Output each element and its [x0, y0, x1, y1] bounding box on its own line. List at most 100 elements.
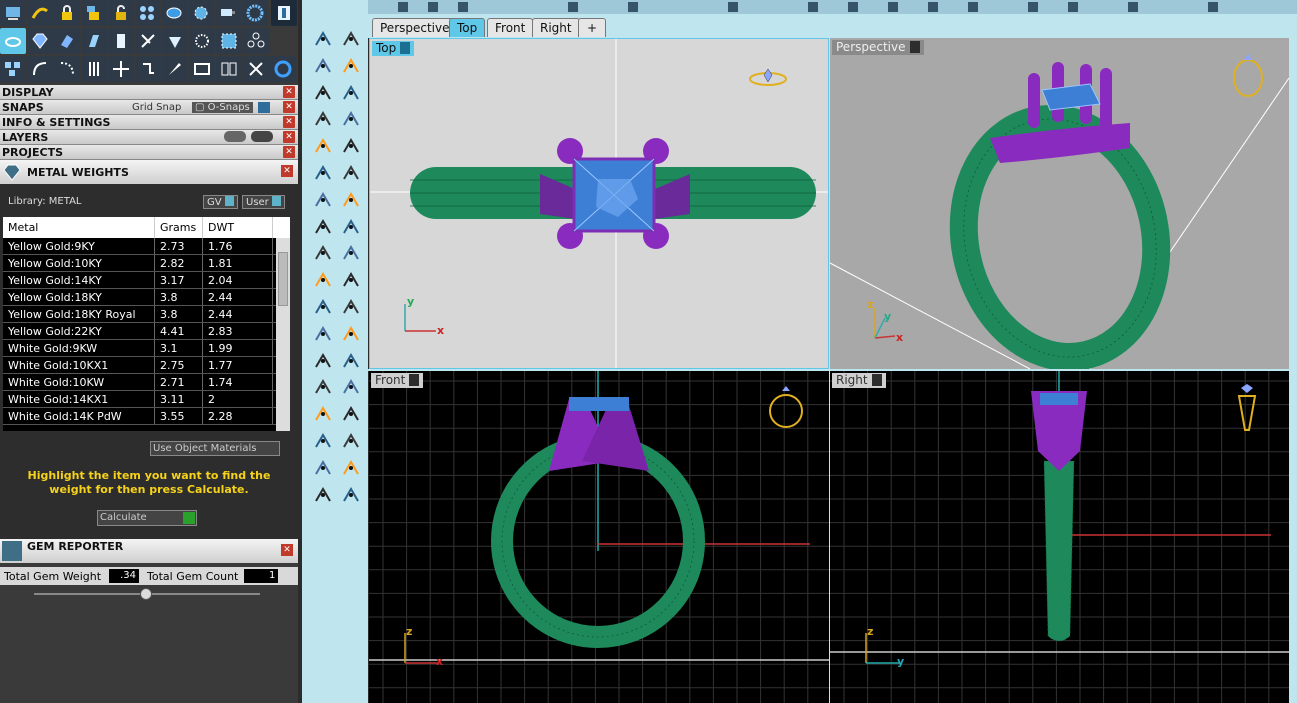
- box-tool-icon[interactable]: [312, 189, 334, 211]
- slant-prism-icon[interactable]: [81, 28, 107, 54]
- boolean-tool-icon[interactable]: [340, 242, 362, 264]
- table-row[interactable]: White Gold:10KW 2.71 1.74: [3, 374, 290, 391]
- close-icon[interactable]: ✕: [281, 165, 293, 177]
- mirror-icon[interactable]: [216, 56, 242, 82]
- chevron-down-icon[interactable]: [400, 42, 411, 54]
- diamond-icon[interactable]: [27, 28, 53, 54]
- grid-array-tool-icon[interactable]: [312, 430, 334, 452]
- arc-tool-icon[interactable]: [312, 108, 334, 130]
- column-header-grams[interactable]: Grams: [155, 217, 203, 238]
- column-header-metal[interactable]: Metal: [3, 217, 155, 238]
- check-tool-icon[interactable]: [340, 457, 362, 479]
- dashed-curve-icon[interactable]: [54, 56, 80, 82]
- table-row[interactable]: White Gold:14K PdW 3.55 2.28: [3, 408, 290, 425]
- close-icon[interactable]: ✕: [283, 86, 295, 98]
- add-tab-button[interactable]: +: [578, 18, 606, 37]
- display-section[interactable]: DISPLAY ✕: [0, 85, 298, 100]
- cylinder-tool-icon[interactable]: [312, 216, 334, 238]
- scrollbar-thumb[interactable]: [278, 252, 288, 306]
- surface-points-tool-icon[interactable]: [312, 162, 334, 184]
- circle-tool-icon[interactable]: [270, 56, 296, 82]
- user-button[interactable]: User: [242, 195, 285, 209]
- top-viewport-label[interactable]: Top: [372, 41, 415, 56]
- viewport-divider-v[interactable]: [829, 38, 830, 703]
- table-row[interactable]: Yellow Gold:14KY 3.17 2.04: [3, 272, 290, 289]
- table-row[interactable]: Yellow Gold:10KY 2.82 1.81: [3, 255, 290, 272]
- curve-points-tool-icon[interactable]: [340, 55, 362, 77]
- chevron-down-icon[interactable]: [409, 374, 420, 386]
- ellipse-tool-icon[interactable]: [340, 82, 362, 104]
- text-tool-icon[interactable]: [312, 350, 334, 372]
- feather-icon[interactable]: [162, 56, 188, 82]
- table-scrollbar[interactable]: [276, 238, 290, 431]
- profile-icon[interactable]: [108, 28, 134, 54]
- measure-tool-icon[interactable]: [340, 430, 362, 452]
- loft-tool-icon[interactable]: [340, 162, 362, 184]
- rotate-icon[interactable]: [135, 56, 161, 82]
- explode-tool-icon[interactable]: [312, 242, 334, 264]
- polygon-tool-icon[interactable]: [312, 135, 334, 157]
- table-row[interactable]: Yellow Gold:22KY 4.41 2.83: [3, 323, 290, 340]
- layer-tool-icon[interactable]: [0, 0, 26, 26]
- box-edit-tool-icon[interactable]: [312, 457, 334, 479]
- arc-icon[interactable]: [27, 56, 53, 82]
- gumball-tool-icon[interactable]: [340, 376, 362, 398]
- scissors-icon[interactable]: [243, 56, 269, 82]
- select-tool-icon[interactable]: [312, 28, 334, 50]
- snaps-section[interactable]: SNAPS Grid Snap ▢ O-Snaps ✕: [0, 100, 298, 115]
- lock-icon[interactable]: [53, 0, 80, 26]
- prism-icon[interactable]: [54, 28, 80, 54]
- blocks-icon[interactable]: [0, 56, 26, 82]
- eye-icon[interactable]: [224, 131, 246, 142]
- tab-right[interactable]: Right: [532, 18, 580, 37]
- use-object-materials-button[interactable]: Use Object Materials: [150, 441, 280, 456]
- pave-grid-icon[interactable]: [216, 28, 242, 54]
- metal-table[interactable]: Metal Grams DWT Yellow Gold:9KY 2.73 1.76 Y…: [3, 217, 290, 431]
- close-icon[interactable]: ✕: [283, 116, 295, 128]
- solid-fill-tool-icon[interactable]: [312, 296, 334, 318]
- perspective-viewport-label[interactable]: Perspective: [832, 40, 924, 55]
- calculate-button[interactable]: Calculate: [97, 510, 197, 526]
- front-viewport[interactable]: z x Front: [369, 371, 829, 703]
- cutter-icon[interactable]: [135, 28, 161, 54]
- info-settings-section[interactable]: INFO & SETTINGS ✕: [0, 115, 298, 130]
- top-viewport[interactable]: y x Top: [369, 38, 829, 369]
- right-viewport[interactable]: z y Right: [830, 371, 1289, 703]
- front-viewport-label[interactable]: Front: [371, 373, 424, 388]
- ellipse-gem-icon[interactable]: [161, 0, 188, 26]
- offset-tool-icon[interactable]: [340, 350, 362, 372]
- perspective-viewport[interactable]: z y x Perspective: [830, 38, 1289, 369]
- table-row[interactable]: White Gold:9KW 3.1 1.99: [3, 340, 290, 357]
- table-row[interactable]: Yellow Gold:18KY 3.8 2.44: [3, 289, 290, 306]
- close-icon[interactable]: ✕: [283, 131, 295, 143]
- layers-section[interactable]: LAYERS ✕: [0, 130, 298, 145]
- table-row[interactable]: Yellow Gold:18KY Royal 3.8 2.44: [3, 306, 290, 323]
- render-tool-icon[interactable]: [340, 484, 362, 506]
- point-tool-icon[interactable]: [340, 28, 362, 50]
- gem-slider[interactable]: [34, 588, 260, 600]
- tab-front[interactable]: Front: [487, 18, 534, 37]
- join-tool-icon[interactable]: [312, 269, 334, 291]
- pave-icon[interactable]: [134, 0, 161, 26]
- tab-perspective[interactable]: Perspective: [372, 18, 458, 37]
- curve-arrow-icon[interactable]: [26, 0, 53, 26]
- boolean-union-tool-icon[interactable]: [340, 296, 362, 318]
- scale-icon[interactable]: [189, 56, 215, 82]
- table-row[interactable]: White Gold:14KX1 3.11 2: [3, 391, 290, 408]
- move-icon[interactable]: [108, 56, 134, 82]
- grid-snap-toggle[interactable]: Grid Snap: [132, 102, 181, 113]
- close-icon[interactable]: ✕: [281, 544, 293, 556]
- sphere-tool-icon[interactable]: [340, 189, 362, 211]
- slider-knob[interactable]: [140, 588, 152, 600]
- close-icon[interactable]: ✕: [283, 101, 295, 113]
- plane-tool-icon[interactable]: [340, 216, 362, 238]
- gear-gem-icon[interactable]: [188, 0, 215, 26]
- fillet-edge-tool-icon[interactable]: [312, 323, 334, 345]
- column-header-dwt[interactable]: DWT: [203, 217, 273, 238]
- panel-toggle-icon[interactable]: [271, 0, 297, 26]
- lock-grid-icon[interactable]: [80, 0, 107, 26]
- eye-icon[interactable]: [251, 131, 273, 142]
- projects-section[interactable]: PROJECTS ✕: [0, 145, 298, 160]
- table-row[interactable]: White Gold:10KX1 2.75 1.77: [3, 357, 290, 374]
- extrude-tool-icon[interactable]: [340, 323, 362, 345]
